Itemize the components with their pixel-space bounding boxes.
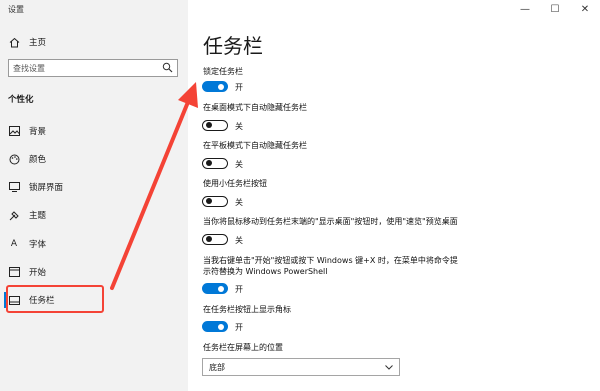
window-title: 设置 <box>8 5 24 14</box>
lock-screen-icon <box>8 182 20 192</box>
search-placeholder: 查找设置 <box>13 64 45 73</box>
theme-icon <box>8 210 20 221</box>
sidebar-item-label: 颜色 <box>29 155 47 165</box>
lock-taskbar-toggle[interactable] <box>202 81 228 92</box>
sidebar-item-label: 背景 <box>29 127 47 137</box>
taskbar-position-dropdown[interactable]: 底部 <box>202 358 400 376</box>
close-button[interactable]: ✕ <box>570 0 600 18</box>
sidebar-item-label: 主题 <box>29 211 47 221</box>
sidebar-item-label: 开始 <box>29 268 47 278</box>
small-buttons-toggle[interactable] <box>202 196 228 207</box>
sidebar-item-lock-screen[interactable]: 锁屏界面 <box>8 179 63 195</box>
sidebar-item-background[interactable]: 背景 <box>8 123 46 139</box>
autohide-desktop-toggle[interactable] <box>202 120 228 131</box>
main-panel: 任务栏 锁定任务栏 开 在桌面模式下自动隐藏任务栏 关 在平板模式下自动隐藏任务… <box>188 0 600 391</box>
start-icon <box>8 267 20 277</box>
minimize-button[interactable]: — <box>510 0 540 18</box>
setting-label: 在桌面模式下自动隐藏任务栏 <box>203 103 307 112</box>
maximize-button[interactable]: ☐ <box>540 0 570 18</box>
sidebar: 设置 主页 查找设置 个性化 背景 颜色 锁屏界面 主题 A 字体 开始 任务栏 <box>0 0 188 391</box>
page-title: 任务栏 <box>203 34 263 58</box>
toggle-state: 关 <box>235 198 243 207</box>
toggle-state: 关 <box>235 236 243 245</box>
badges-toggle[interactable] <box>202 321 228 332</box>
sidebar-item-label: 主页 <box>29 38 47 48</box>
search-input[interactable]: 查找设置 <box>8 59 178 77</box>
annotation-highlight-box <box>6 285 104 313</box>
sidebar-item-home[interactable]: 主页 <box>8 34 46 50</box>
dropdown-value: 底部 <box>209 363 225 372</box>
setting-label: 锁定任务栏 <box>203 67 243 76</box>
sidebar-item-themes[interactable]: 主题 <box>8 207 46 223</box>
setting-label-line2: 示符替换为 Windows PowerShell <box>203 267 328 276</box>
sidebar-item-label: 锁屏界面 <box>29 183 64 193</box>
section-heading: 个性化 <box>8 95 34 105</box>
setting-label: 在任务栏按钮上显示角标 <box>203 305 291 314</box>
chevron-down-icon <box>384 362 394 375</box>
home-icon <box>8 37 20 48</box>
toggle-state: 开 <box>235 323 243 332</box>
font-icon: A <box>10 239 18 249</box>
setting-label: 当你将鼠标移动到任务栏末端的"显示桌面"按钮时，使用"速览"预览桌面 <box>203 217 458 226</box>
toggle-state: 关 <box>235 160 243 169</box>
search-icon[interactable] <box>162 62 173 76</box>
sidebar-item-start[interactable]: 开始 <box>8 264 46 280</box>
toggle-state: 关 <box>235 122 243 131</box>
sidebar-item-label: 字体 <box>29 240 47 250</box>
image-icon <box>8 126 20 136</box>
toggle-state: 开 <box>235 83 243 92</box>
setting-label: 使用小任务栏按钮 <box>203 179 267 188</box>
peek-toggle[interactable] <box>202 234 228 245</box>
setting-label: 在平板模式下自动隐藏任务栏 <box>203 141 307 150</box>
palette-icon <box>8 154 20 165</box>
setting-label-line1: 当我右键单击"开始"按钮或按下 Windows 键+X 时，在菜单中将命令提 <box>203 256 458 265</box>
autohide-tablet-toggle[interactable] <box>202 158 228 169</box>
position-label: 任务栏在屏幕上的位置 <box>203 343 283 352</box>
toggle-state: 开 <box>235 285 243 294</box>
powershell-toggle[interactable] <box>202 283 228 294</box>
sidebar-item-fonts[interactable]: A 字体 <box>8 236 46 252</box>
sidebar-item-colors[interactable]: 颜色 <box>8 151 46 167</box>
